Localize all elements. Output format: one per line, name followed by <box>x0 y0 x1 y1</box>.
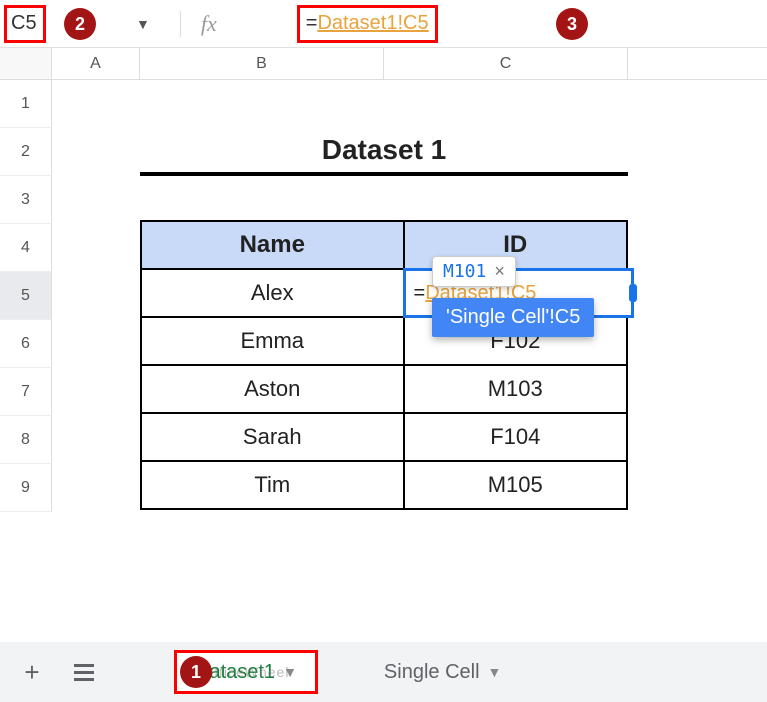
formula-reference-link: Dataset1!C5 <box>317 12 428 35</box>
cell-reference-box[interactable]: C5 <box>4 5 46 43</box>
cell-id[interactable]: M105 <box>404 461 627 509</box>
editor-equals: = <box>414 282 426 305</box>
cell-name[interactable]: Emma <box>141 317 404 365</box>
row-header-8[interactable]: 8 <box>0 416 52 464</box>
row-header-9[interactable]: 9 <box>0 464 52 512</box>
cell-editor-handle[interactable] <box>629 284 637 302</box>
annotation-badge-2: 2 <box>64 8 96 40</box>
add-sheet-button[interactable]: + <box>10 650 54 694</box>
table-row: Aston M103 <box>141 365 627 413</box>
row-header-6[interactable]: 6 <box>0 320 52 368</box>
row-header-1[interactable]: 1 <box>0 80 52 128</box>
annotation-badge-1: 1 <box>180 656 212 688</box>
select-all-corner[interactable] <box>0 48 52 79</box>
column-header-B[interactable]: B <box>140 48 384 79</box>
dataset-title: Dataset 1 <box>140 128 628 176</box>
header-name[interactable]: Name <box>141 221 404 269</box>
row-header-4[interactable]: 4 <box>0 224 52 272</box>
reference-tooltip: 'Single Cell'!C5 <box>432 298 594 337</box>
cell-id[interactable]: F104 <box>404 413 627 461</box>
sheet-tabs-bar: + 1 Dataset1 ▼ OfficeWheel Single Cell ▼ <box>0 642 767 702</box>
fx-label: fx <box>180 11 217 37</box>
cell-name[interactable]: Tim <box>141 461 404 509</box>
row-headers: 1 2 3 4 5 6 7 8 9 <box>0 80 52 512</box>
annotation-badge-3: 3 <box>556 8 588 40</box>
column-header-A[interactable]: A <box>52 48 140 79</box>
cells-area[interactable]: Dataset 1 Name ID Alex =Dataset1!C5 <box>52 80 767 512</box>
chevron-down-icon[interactable]: ▼ <box>488 664 502 680</box>
row-header-2[interactable]: 2 <box>0 128 52 176</box>
formula-bar: C5 2 ▼ fx =Dataset1!C5 3 <box>0 0 767 48</box>
hamburger-icon <box>74 664 94 681</box>
cell-name[interactable]: Sarah <box>141 413 404 461</box>
formula-equals: = <box>306 12 318 35</box>
formula-input[interactable]: =Dataset1!C5 <box>297 5 438 43</box>
chevron-down-icon[interactable]: ▼ <box>283 664 297 680</box>
row-header-3[interactable]: 3 <box>0 176 52 224</box>
sheet-tab-label: Single Cell <box>384 661 480 684</box>
spreadsheet-grid: A B C 1 2 3 4 5 6 7 8 9 Dataset 1 Name I… <box>0 48 767 512</box>
hint-close-icon[interactable]: × <box>494 261 505 282</box>
cell-name[interactable]: Alex <box>141 269 404 317</box>
column-header-C[interactable]: C <box>384 48 628 79</box>
table-header-row: Name ID <box>141 221 627 269</box>
data-table: Name ID Alex =Dataset1!C5 Emma <box>140 220 628 510</box>
column-headers: A B C <box>0 48 767 80</box>
sheet-tab-single-cell[interactable]: Single Cell ▼ <box>366 650 519 694</box>
formula-result-hint: M101 × <box>432 256 516 287</box>
table-row: Tim M105 <box>141 461 627 509</box>
cell-ref-dropdown-icon[interactable]: ▼ <box>136 16 150 32</box>
hint-value: M101 <box>443 261 486 282</box>
row-header-7[interactable]: 7 <box>0 368 52 416</box>
table-row: Sarah F104 <box>141 413 627 461</box>
cell-name[interactable]: Aston <box>141 365 404 413</box>
cell-id[interactable]: M103 <box>404 365 627 413</box>
all-sheets-button[interactable] <box>62 650 106 694</box>
row-header-5[interactable]: 5 <box>0 272 52 320</box>
